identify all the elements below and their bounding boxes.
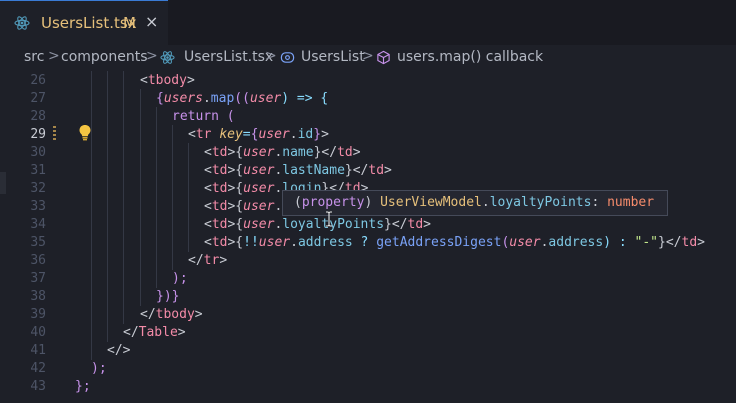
code-line: })}	[156, 289, 180, 304]
indent-guide	[123, 71, 124, 324]
tooltip-kind: property	[301, 195, 365, 210]
code-line: <td>{user.lastName}</td>	[204, 163, 392, 178]
tooltip-property: loyaltyPoints	[489, 195, 592, 210]
symbol-class-icon	[280, 50, 295, 69]
code-line: </Table>	[123, 325, 186, 340]
line-number: 37	[30, 271, 46, 286]
indent-guide	[107, 71, 108, 342]
breadcrumb: src > components > UsersList.tsx > Users…	[0, 45, 736, 71]
breadcrumb-separator: >	[48, 48, 60, 64]
line-number: 32	[30, 181, 46, 196]
indent-guide	[188, 143, 189, 252]
line-number: 38	[30, 289, 46, 304]
cube-icon	[376, 50, 391, 69]
code-line: );	[91, 361, 107, 376]
indent-guide	[91, 71, 92, 360]
code-line: <tr key={user.id}>	[188, 127, 329, 142]
indent-guide	[172, 125, 173, 270]
code-editor[interactable]: 26 27 28 29 30 31 32 33 34 35 36 37 38 3…	[0, 71, 736, 403]
lightbulb-icon[interactable]	[78, 124, 92, 145]
tooltip-type: UserViewModel	[380, 195, 482, 210]
code-line: <td>{!!user.address ? getAddressDigest(u…	[204, 235, 705, 250]
breadcrumb-callback[interactable]: users.map() callback	[397, 49, 543, 65]
line-number-active: 29	[30, 127, 46, 142]
breadcrumb-components[interactable]: components	[61, 49, 148, 65]
tab-users-list[interactable]: UsersList.tsx M ×	[0, 0, 168, 45]
line-number: 30	[30, 145, 46, 160]
code-line: <tbody>	[140, 73, 195, 88]
hover-tooltip: (property) UserViewModel.loyaltyPoints: …	[282, 190, 668, 216]
code-line: </>	[107, 343, 131, 358]
line-number: 31	[30, 163, 46, 178]
line-number: 40	[30, 325, 46, 340]
line-number: 34	[30, 217, 46, 232]
line-number: 33	[30, 199, 46, 214]
react-icon	[14, 15, 30, 35]
text-cursor-icon	[325, 211, 333, 231]
line-number: 39	[30, 307, 46, 322]
code-line: return (	[172, 109, 235, 124]
code-line: {users.map((user) => {	[156, 91, 329, 106]
modified-badge: M	[123, 14, 136, 32]
indent-guide	[140, 89, 141, 306]
tooltip-return-type: number	[607, 195, 655, 210]
breadcrumb-component[interactable]: UsersList	[301, 49, 365, 65]
code-line: </tr>	[188, 253, 228, 268]
breadcrumb-separator: >	[362, 48, 374, 64]
line-number: 26	[30, 73, 46, 88]
code-line: );	[172, 271, 188, 286]
code-line: };	[75, 379, 91, 394]
tooltip-dot: .	[481, 195, 490, 210]
tooltip-paren: (	[294, 195, 302, 210]
breadcrumb-file[interactable]: UsersList.tsx	[184, 49, 273, 65]
tab-bar: UsersList.tsx M ×	[0, 0, 736, 45]
line-number: 36	[30, 253, 46, 268]
line-number: 41	[30, 343, 46, 358]
breadcrumb-separator: >	[146, 48, 158, 64]
line-number: 27	[30, 91, 46, 106]
indent-guide	[156, 107, 157, 288]
tooltip-paren: )	[364, 195, 373, 210]
code-line: </tbody>	[140, 307, 203, 322]
tooltip-colon: :	[591, 195, 600, 210]
line-number: 28	[30, 109, 46, 124]
breadcrumb-separator: >	[265, 48, 277, 64]
code-line: <td>{user.loyaltyPoints}</td>	[204, 217, 431, 232]
code-line: <td>{user.name}</td>	[204, 145, 361, 160]
react-icon	[160, 50, 175, 69]
breadcrumb-src[interactable]: src	[24, 49, 44, 65]
git-modified-gutter	[53, 126, 56, 140]
line-number: 35	[30, 235, 46, 250]
line-number: 42	[30, 361, 46, 376]
line-number: 43	[30, 379, 46, 394]
close-icon[interactable]: ×	[145, 12, 158, 31]
code-line: <td>{user.	[204, 199, 283, 214]
